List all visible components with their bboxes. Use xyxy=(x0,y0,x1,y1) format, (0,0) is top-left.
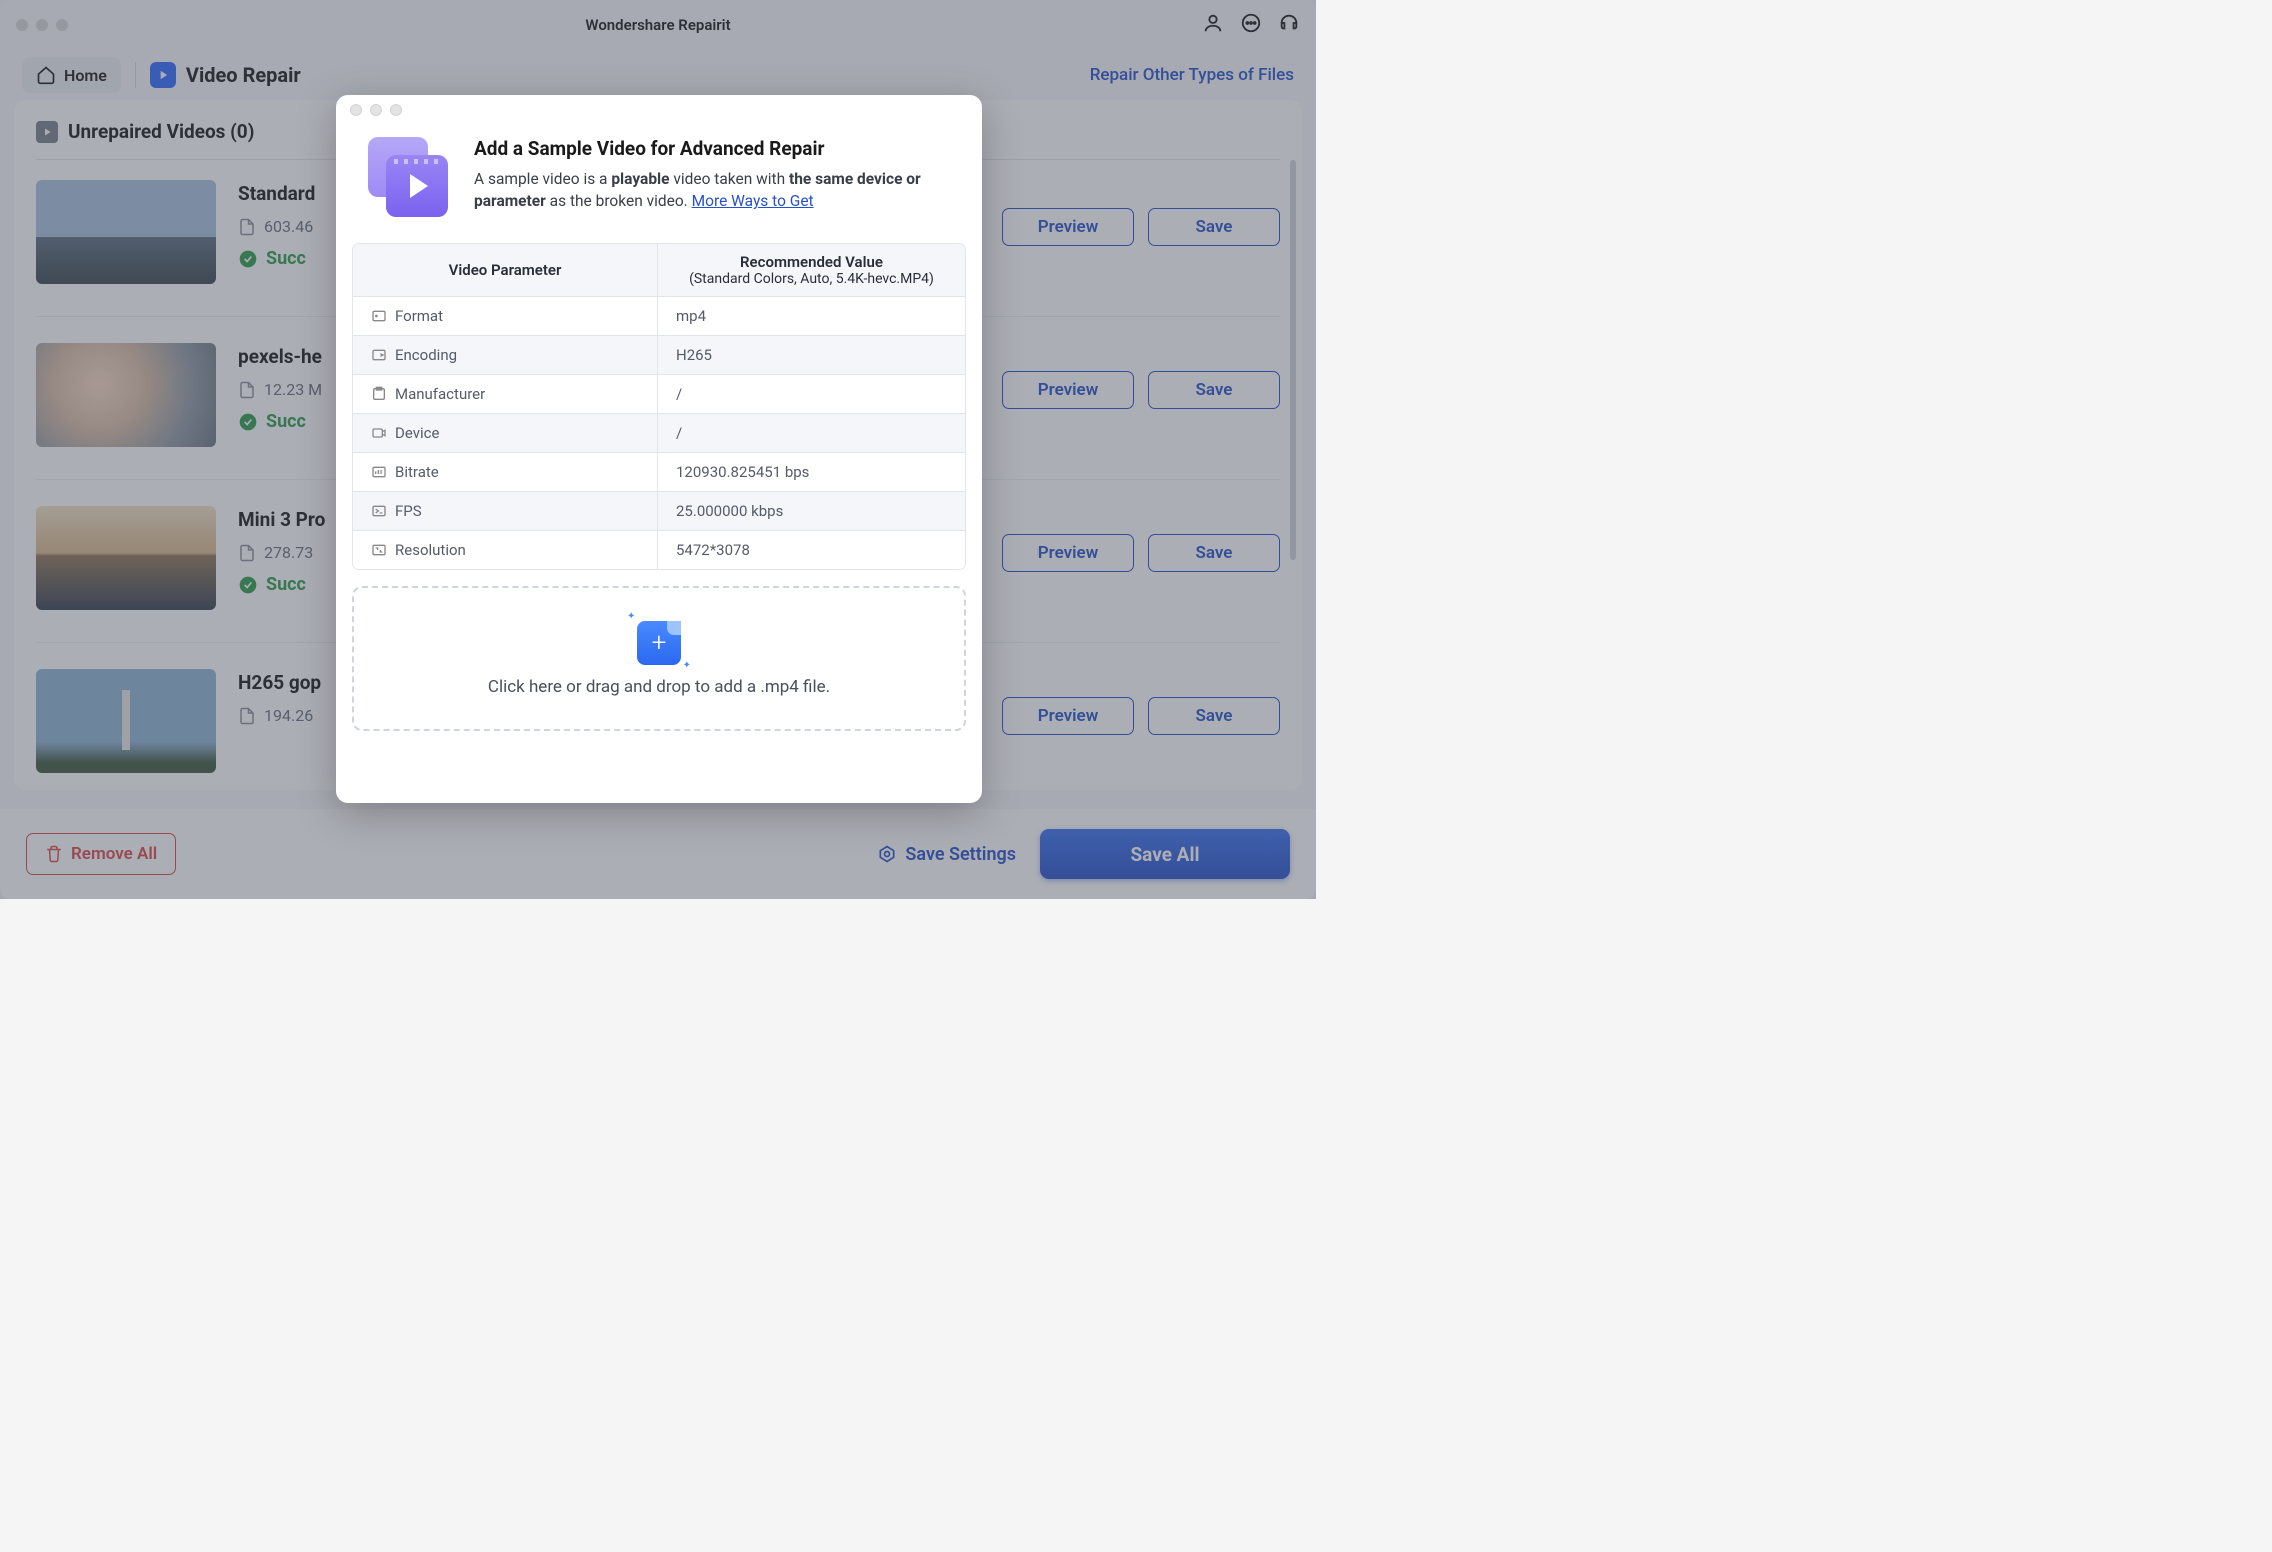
modal-title: Add a Sample Video for Advanced Repair xyxy=(474,137,950,160)
drop-zone-text: Click here or drag and drop to add a .mp… xyxy=(488,677,830,697)
param-value: mp4 xyxy=(658,297,965,335)
table-header-row: Video Parameter Recommended Value (Stand… xyxy=(353,244,965,296)
manufacturer-icon xyxy=(371,386,387,402)
table-row: Bitrate 120930.825451 bps xyxy=(353,452,965,491)
param-name: Format xyxy=(353,297,658,335)
column-header-parameter: Video Parameter xyxy=(353,244,658,296)
param-value: / xyxy=(658,414,965,452)
table-row: Format mp4 xyxy=(353,296,965,335)
modal-header: Add a Sample Video for Advanced Repair A… xyxy=(336,125,982,239)
param-name: Manufacturer xyxy=(353,375,658,413)
parameter-table: Video Parameter Recommended Value (Stand… xyxy=(352,243,966,570)
more-ways-link[interactable]: More Ways to Get xyxy=(692,192,814,210)
resolution-icon xyxy=(371,542,387,558)
modal-header-text: Add a Sample Video for Advanced Repair A… xyxy=(474,137,950,219)
close-modal-icon[interactable] xyxy=(350,104,362,116)
param-name: Bitrate xyxy=(353,453,658,491)
table-row: FPS 25.000000 kbps xyxy=(353,491,965,530)
param-name: Encoding xyxy=(353,336,658,374)
fps-icon xyxy=(371,503,387,519)
advanced-repair-modal: Add a Sample Video for Advanced Repair A… xyxy=(336,95,982,803)
add-file-icon: ✦ ✦ xyxy=(637,621,681,665)
file-drop-zone[interactable]: ✦ ✦ Click here or drag and drop to add a… xyxy=(352,586,966,731)
maximize-modal-icon[interactable] xyxy=(390,104,402,116)
param-value: 5472*3078 xyxy=(658,531,965,569)
sample-video-icon xyxy=(368,137,450,219)
device-icon xyxy=(371,425,387,441)
format-icon xyxy=(371,308,387,324)
param-value: 120930.825451 bps xyxy=(658,453,965,491)
param-name: Device xyxy=(353,414,658,452)
param-name: FPS xyxy=(353,492,658,530)
param-value: / xyxy=(658,375,965,413)
minimize-modal-icon[interactable] xyxy=(370,104,382,116)
column-header-value: Recommended Value (Standard Colors, Auto… xyxy=(658,244,965,296)
encoding-icon xyxy=(371,347,387,363)
table-row: Encoding H265 xyxy=(353,335,965,374)
table-row: Resolution 5472*3078 xyxy=(353,530,965,569)
param-value: H265 xyxy=(658,336,965,374)
table-row: Device / xyxy=(353,413,965,452)
bitrate-icon xyxy=(371,464,387,480)
table-row: Manufacturer / xyxy=(353,374,965,413)
param-value: 25.000000 kbps xyxy=(658,492,965,530)
param-name: Resolution xyxy=(353,531,658,569)
modal-titlebar xyxy=(336,95,982,125)
modal-description: A sample video is a playable video taken… xyxy=(474,168,950,213)
